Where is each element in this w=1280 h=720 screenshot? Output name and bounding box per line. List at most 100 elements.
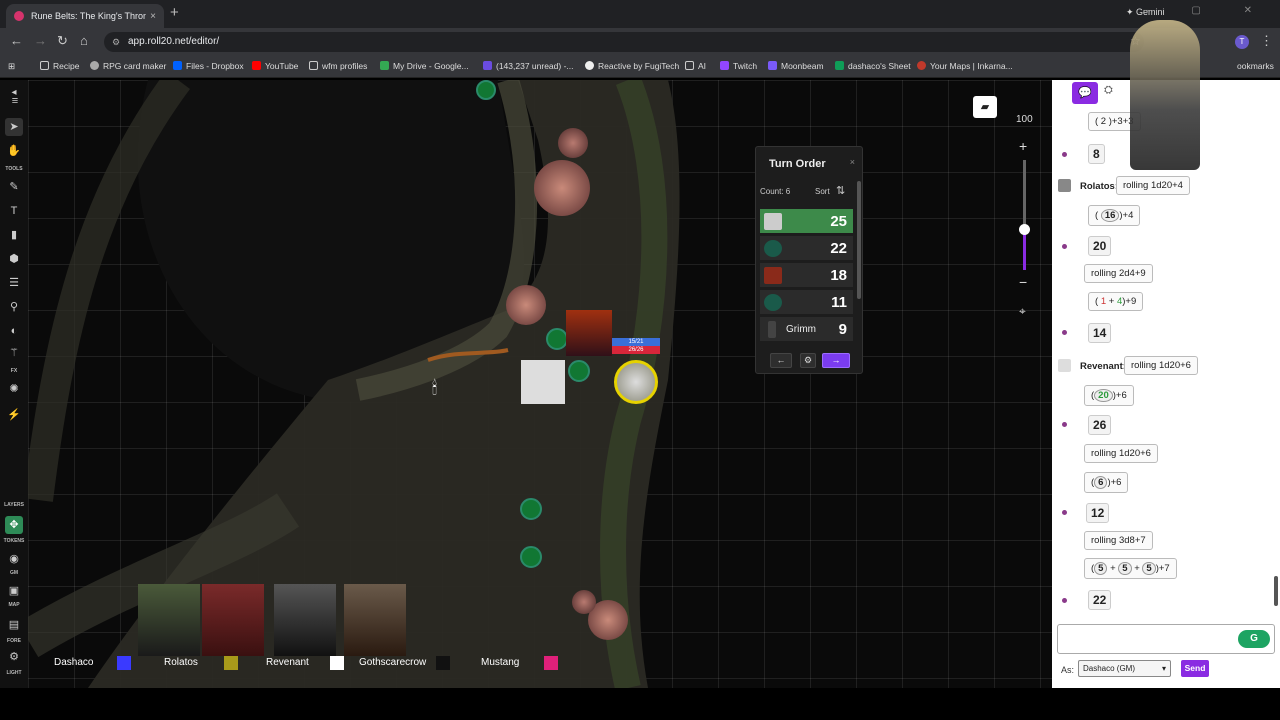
grammarly-icon[interactable]: G (1238, 630, 1270, 648)
back-arrow-icon[interactable]: ← (10, 33, 23, 48)
magic-wand-icon[interactable]: ⚡ (5, 406, 23, 424)
demon-token[interactable] (566, 310, 612, 356)
turn-row[interactable]: 25 (760, 209, 853, 234)
bookmark-item[interactable]: RPG card maker (90, 61, 166, 71)
send-button[interactable]: Send (1181, 660, 1209, 677)
forward-arrow-icon[interactable]: → (34, 33, 47, 48)
light-bulb-icon[interactable]: ✺ (5, 380, 23, 398)
player-avatar[interactable] (138, 584, 200, 656)
bookmark-item[interactable]: Files - Dropbox (173, 61, 244, 71)
player-name[interactable]: Revenant (266, 657, 309, 668)
mushroom-decor (572, 590, 596, 614)
tokens-layer-icon[interactable]: ✥ (5, 516, 23, 534)
browser-tab[interactable]: Rune Belts: The King's Throne | × (6, 4, 164, 28)
player-color-swatch[interactable] (224, 656, 238, 670)
bookmark-item[interactable]: Your Maps | Inkarna... (917, 61, 1013, 71)
profile-avatar[interactable]: T (1235, 35, 1249, 49)
turn-row[interactable]: Grimm 9 (760, 317, 853, 342)
all-bookmarks[interactable]: ookmarks (1237, 61, 1274, 71)
turn-row[interactable]: 11 (760, 290, 853, 315)
player-name[interactable]: Gothscarecrow (359, 657, 426, 668)
turn-settings-button[interactable]: ⚙ (800, 353, 816, 368)
player-color-swatch[interactable] (436, 656, 450, 670)
settings-gear-icon[interactable]: ⚙ (5, 648, 23, 666)
menu-kebab-icon[interactable]: ⋮ (1260, 33, 1273, 49)
enemy-token[interactable] (546, 328, 568, 350)
streamer-avatar-overlay (1130, 20, 1200, 170)
sort-label[interactable]: Sort (815, 187, 830, 196)
previous-turn-button[interactable]: ← (770, 353, 792, 368)
pan-hand-icon[interactable]: ✋ (5, 142, 23, 160)
turn-row[interactable]: 22 (760, 236, 853, 261)
ruler-icon[interactable]: ▮ (5, 226, 23, 244)
bookmark-item[interactable]: Recipe (40, 61, 79, 71)
fog-icon[interactable]: ◐ (5, 322, 23, 340)
turn-row[interactable]: 18 (760, 263, 853, 288)
token-avatar (764, 294, 782, 311)
bookmark-item[interactable]: Twitch (720, 61, 757, 71)
white-haired-token[interactable] (521, 360, 565, 404)
enemy-token[interactable] (568, 360, 590, 382)
bookmarks-bar: ⊞ Recipe RPG card maker Files - Dropbox … (0, 56, 1280, 78)
close-icon[interactable]: × (850, 157, 855, 167)
bookmark-item[interactable]: YouTube (252, 61, 298, 71)
player-color-swatch[interactable] (117, 656, 131, 670)
text-tool-icon[interactable]: T (5, 202, 23, 220)
player-avatar[interactable] (274, 584, 336, 656)
hamburger-menu-icon[interactable]: ≡ (6, 92, 24, 110)
browser-tab-bar: Rune Belts: The King's Throne | × + ✦ Ge… (0, 0, 1280, 28)
turn-order-scrollbar[interactable] (857, 181, 861, 299)
bookmark-item[interactable]: Reactive by FugiTech (585, 61, 679, 71)
player-bar: Dashaco Rolatos Revenant Gothscarecrow M… (28, 580, 568, 688)
chat-scrollbar[interactable] (1274, 576, 1278, 606)
roll-formula: ( 1 + 4)+9 (1088, 292, 1144, 311)
gm-layer-icon[interactable]: ◉ (5, 550, 23, 568)
enemy-token[interactable] (520, 546, 542, 568)
select-pointer-icon[interactable]: ➤ (5, 118, 23, 136)
player-name[interactable]: Mustang (481, 657, 519, 668)
zoom-slider-handle[interactable] (1019, 224, 1030, 235)
tab-compendium[interactable]: ⛭ (1104, 84, 1113, 97)
player-name[interactable]: Dashaco (54, 657, 93, 668)
enemy-token[interactable] (476, 80, 496, 100)
zoom-in-button[interactable]: + (1019, 138, 1027, 154)
player-name[interactable]: Rolatos (164, 657, 198, 668)
reload-icon[interactable]: ↻ (57, 33, 68, 49)
player-color-swatch[interactable] (544, 656, 558, 670)
zoom-out-button[interactable]: − (1019, 274, 1027, 290)
url-input[interactable]: app.roll20.net/editor/ (104, 32, 1144, 52)
player-color-swatch[interactable] (330, 656, 344, 670)
window-controls[interactable]: – ▢ ✕ (1143, 5, 1272, 16)
home-icon[interactable]: ⌂ (80, 33, 88, 48)
apps-grid-icon[interactable]: ⊞ (8, 61, 15, 72)
player-avatar[interactable] (344, 584, 406, 656)
foreground-layer-icon[interactable]: ▤ (5, 616, 23, 634)
bookmark-item[interactable]: Moonbeam (768, 61, 824, 71)
next-turn-button[interactable]: → (822, 353, 850, 368)
speak-as-select[interactable]: Dashaco (GM) (1078, 660, 1171, 677)
bookmark-item[interactable]: AI (685, 61, 706, 71)
address-bar-row: ← → ↻ ⌂ app.roll20.net/editor/ ☆ T ⋮ (0, 28, 1280, 56)
sort-icon[interactable]: ⇅ (836, 184, 845, 197)
toolbox-icon[interactable]: ▰ (973, 96, 997, 118)
roll-result: 22 (1088, 590, 1112, 610)
player-avatar[interactable] (202, 584, 264, 656)
bookmark-item[interactable]: My Drive - Google... (380, 61, 469, 71)
bookmark-item[interactable]: dashaco's Sheet (835, 61, 911, 71)
new-tab-button[interactable]: + (170, 4, 179, 21)
ping-pin-icon[interactable]: ⚲ (5, 298, 23, 316)
notes-icon[interactable]: ☰ (5, 274, 23, 292)
selected-hero-token[interactable] (614, 360, 658, 404)
close-tab-icon[interactable]: × (150, 11, 156, 22)
enemy-token[interactable] (520, 498, 542, 520)
roll-formula: ( 16)+4 (1088, 205, 1141, 226)
draw-brush-icon[interactable]: ✎ (5, 178, 23, 196)
bookmark-item[interactable]: (143,237 unread) -... (483, 61, 574, 71)
fx-wand-icon[interactable]: ⚚ (5, 344, 23, 362)
tab-chat[interactable]: 💬 (1072, 82, 1098, 104)
dice-icon[interactable]: ⬢ (5, 250, 23, 268)
map-layer-icon[interactable]: ▣ (5, 582, 23, 600)
bookmark-item[interactable]: wfm profiles (309, 61, 367, 71)
gm-label: GM (9, 570, 19, 576)
center-target-icon[interactable]: ⌖ (1019, 304, 1026, 319)
